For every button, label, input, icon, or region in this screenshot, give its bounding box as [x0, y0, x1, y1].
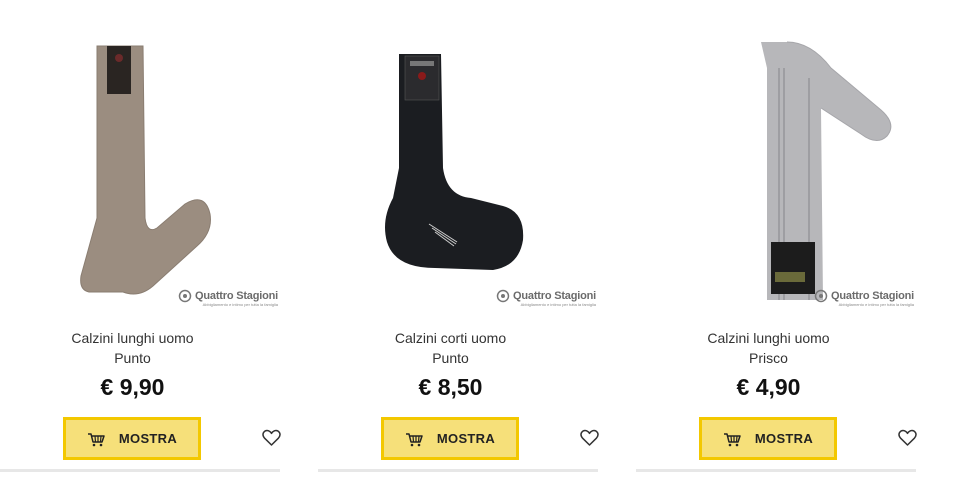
sock-tag	[107, 46, 131, 94]
product-name[interactable]: Calzini lunghi uomo	[0, 328, 265, 348]
heart-icon[interactable]	[898, 429, 917, 447]
show-button-label: MOSTRA	[118, 431, 178, 446]
card-divider	[318, 469, 598, 472]
product-card[interactable]: Quattro Stagioni Abbigliamento e intimo …	[0, 0, 300, 491]
product-name[interactable]: Calzini lunghi uomo	[636, 328, 901, 348]
heart-icon[interactable]	[262, 429, 281, 447]
product-model[interactable]: Prisco	[636, 348, 901, 368]
basket-icon	[723, 432, 741, 446]
product-card[interactable]: Quattro Stagioni Abbigliamento e intimo …	[636, 0, 936, 491]
long-sock-image	[761, 41, 892, 300]
brand-watermark: Quattro Stagioni Abbigliamento e intimo …	[178, 287, 278, 307]
product-price: € 4,90	[736, 374, 801, 400]
show-button[interactable]: MOSTRA	[381, 417, 519, 460]
basket-icon	[87, 432, 105, 446]
brand-logo-icon	[496, 289, 510, 303]
product-card[interactable]: Quattro Stagioni Abbigliamento e intimo …	[318, 0, 618, 491]
product-image[interactable]: Quattro Stagioni Abbigliamento e intimo …	[353, 28, 598, 313]
brand-tagline: Abbigliamento e intimo per tutta la fami…	[838, 302, 914, 307]
brand-tagline: Abbigliamento e intimo per tutta la fami…	[202, 302, 278, 307]
show-button-label: MOSTRA	[436, 431, 496, 446]
product-price: € 8,50	[418, 374, 483, 400]
sock-tag	[771, 242, 815, 294]
brand-tagline: Abbigliamento e intimo per tutta la fami…	[520, 302, 596, 307]
card-divider	[0, 469, 280, 472]
product-image[interactable]: Quattro Stagioni Abbigliamento e intimo …	[35, 28, 280, 313]
long-sock-image	[80, 45, 211, 295]
short-sock-image	[385, 54, 524, 270]
brand-name: Quattro Stagioni	[513, 289, 596, 302]
brand-logo-icon	[178, 289, 192, 303]
product-model[interactable]: Punto	[0, 348, 265, 368]
product-model[interactable]: Punto	[318, 348, 583, 368]
show-button[interactable]: MOSTRA	[699, 417, 837, 460]
card-divider	[636, 469, 916, 472]
show-button-label: MOSTRA	[754, 431, 814, 446]
brand-watermark: Quattro Stagioni Abbigliamento e intimo …	[496, 287, 596, 307]
product-image[interactable]: Quattro Stagioni Abbigliamento e intimo …	[671, 28, 916, 313]
brand-name: Quattro Stagioni	[831, 289, 914, 302]
heart-icon[interactable]	[580, 429, 599, 447]
tag-crest-icon	[418, 72, 426, 80]
brand-name: Quattro Stagioni	[195, 289, 278, 302]
product-price: € 9,90	[100, 374, 165, 400]
tag-crest-icon	[115, 54, 123, 62]
brand-watermark: Quattro Stagioni Abbigliamento e intimo …	[814, 287, 914, 307]
brand-logo-icon	[814, 289, 828, 303]
product-name[interactable]: Calzini corti uomo	[318, 328, 583, 348]
basket-icon	[405, 432, 423, 446]
show-button[interactable]: MOSTRA	[63, 417, 201, 460]
